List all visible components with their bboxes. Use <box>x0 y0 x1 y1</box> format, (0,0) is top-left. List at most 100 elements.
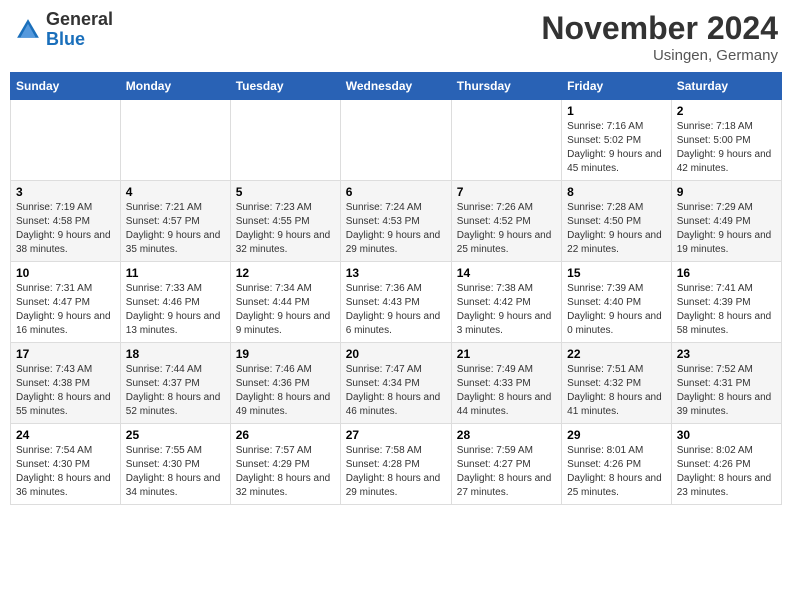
table-cell: 16 Sunrise: 7:41 AM Sunset: 4:39 PM Dayli… <box>671 262 781 343</box>
table-cell: 1Sunrise: 7:16 AM Sunset: 5:02 PM Daylig… <box>562 100 672 181</box>
day-number: 23 <box>677 347 776 361</box>
day-number: 20 <box>346 347 446 361</box>
day-number: 16 <box>677 266 776 280</box>
day-number: 17 <box>16 347 115 361</box>
day-number: 4 <box>126 185 225 199</box>
day-number: 19 <box>236 347 335 361</box>
day-number: 10 <box>16 266 115 280</box>
logo-icon <box>14 16 42 44</box>
day-number: 9 <box>677 185 776 199</box>
table-cell: 15 Sunrise: 7:39 AM Sunset: 4:40 PM Dayli… <box>562 262 672 343</box>
day-info: Sunrise: 7:36 AM Sunset: 4:43 PM Dayligh… <box>346 282 446 338</box>
table-cell: 6 Sunrise: 7:24 AM Sunset: 4:53 PM Daylig… <box>340 181 451 262</box>
day-info: Sunrise: 7:33 AM Sunset: 4:46 PM Dayligh… <box>126 282 225 338</box>
day-number: 14 <box>457 266 556 280</box>
calendar-week-4: 17 Sunrise: 7:43 AM Sunset: 4:38 PM Dayli… <box>11 343 782 424</box>
calendar-table: Sunday Monday Tuesday Wednesday Thursday… <box>10 72 782 505</box>
day-info: Sunrise: 7:31 AM Sunset: 4:47 PM Dayligh… <box>16 282 115 338</box>
calendar-week-2: 3Sunrise: 7:19 AM Sunset: 4:58 PM Daylig… <box>11 181 782 262</box>
table-cell: 26 Sunrise: 7:57 AM Sunset: 4:29 PM Dayli… <box>230 424 340 505</box>
day-number: 2 <box>677 104 776 118</box>
day-info: Sunrise: 7:47 AM Sunset: 4:34 PM Dayligh… <box>346 363 446 419</box>
table-cell: 22Sunrise: 7:51 AM Sunset: 4:32 PM Dayli… <box>562 343 672 424</box>
day-info: Sunrise: 7:23 AM Sunset: 4:55 PM Dayligh… <box>236 201 335 257</box>
day-info: Sunrise: 8:01 AM Sunset: 4:26 PM Dayligh… <box>567 444 666 500</box>
day-info: Sunrise: 7:57 AM Sunset: 4:29 PM Dayligh… <box>236 444 335 500</box>
table-cell: 3Sunrise: 7:19 AM Sunset: 4:58 PM Daylig… <box>11 181 121 262</box>
table-cell: 7Sunrise: 7:26 AM Sunset: 4:52 PM Daylig… <box>451 181 561 262</box>
day-info: Sunrise: 7:46 AM Sunset: 4:36 PM Dayligh… <box>236 363 335 419</box>
col-monday: Monday <box>120 73 230 100</box>
day-number: 28 <box>457 428 556 442</box>
table-cell: 27 Sunrise: 7:58 AM Sunset: 4:28 PM Dayli… <box>340 424 451 505</box>
day-number: 5 <box>236 185 335 199</box>
table-cell: 10 Sunrise: 7:31 AM Sunset: 4:47 PM Dayli… <box>11 262 121 343</box>
table-cell: 5 Sunrise: 7:23 AM Sunset: 4:55 PM Daylig… <box>230 181 340 262</box>
table-cell: 8 Sunrise: 7:28 AM Sunset: 4:50 PM Daylig… <box>562 181 672 262</box>
table-cell: 24Sunrise: 7:54 AM Sunset: 4:30 PM Dayli… <box>11 424 121 505</box>
day-info: Sunrise: 7:39 AM Sunset: 4:40 PM Dayligh… <box>567 282 666 338</box>
day-number: 6 <box>346 185 446 199</box>
table-cell <box>451 100 561 181</box>
location: Usingen, Germany <box>541 47 778 64</box>
day-info: Sunrise: 7:44 AM Sunset: 4:37 PM Dayligh… <box>126 363 225 419</box>
day-info: Sunrise: 7:55 AM Sunset: 4:30 PM Dayligh… <box>126 444 225 500</box>
col-wednesday: Wednesday <box>340 73 451 100</box>
day-number: 22 <box>567 347 666 361</box>
calendar-header-row: Sunday Monday Tuesday Wednesday Thursday… <box>11 73 782 100</box>
day-info: Sunrise: 8:02 AM Sunset: 4:26 PM Dayligh… <box>677 444 776 500</box>
day-number: 27 <box>346 428 446 442</box>
day-number: 11 <box>126 266 225 280</box>
col-tuesday: Tuesday <box>230 73 340 100</box>
table-cell <box>340 100 451 181</box>
day-number: 7 <box>457 185 556 199</box>
logo: GeneralBlue <box>14 10 113 50</box>
day-info: Sunrise: 7:58 AM Sunset: 4:28 PM Dayligh… <box>346 444 446 500</box>
day-number: 26 <box>236 428 335 442</box>
day-number: 8 <box>567 185 666 199</box>
table-cell <box>230 100 340 181</box>
table-cell <box>120 100 230 181</box>
table-cell: 28 Sunrise: 7:59 AM Sunset: 4:27 PM Dayli… <box>451 424 561 505</box>
col-friday: Friday <box>562 73 672 100</box>
day-number: 18 <box>126 347 225 361</box>
table-cell: 30 Sunrise: 8:02 AM Sunset: 4:26 PM Dayli… <box>671 424 781 505</box>
table-cell: 4Sunrise: 7:21 AM Sunset: 4:57 PM Daylig… <box>120 181 230 262</box>
table-cell: 11 Sunrise: 7:33 AM Sunset: 4:46 PM Dayli… <box>120 262 230 343</box>
day-info: Sunrise: 7:49 AM Sunset: 4:33 PM Dayligh… <box>457 363 556 419</box>
table-cell: 23 Sunrise: 7:52 AM Sunset: 4:31 PM Dayli… <box>671 343 781 424</box>
day-number: 29 <box>567 428 666 442</box>
day-info: Sunrise: 7:34 AM Sunset: 4:44 PM Dayligh… <box>236 282 335 338</box>
day-info: Sunrise: 7:52 AM Sunset: 4:31 PM Dayligh… <box>677 363 776 419</box>
calendar-week-1: 1Sunrise: 7:16 AM Sunset: 5:02 PM Daylig… <box>11 100 782 181</box>
day-info: Sunrise: 7:28 AM Sunset: 4:50 PM Dayligh… <box>567 201 666 257</box>
table-cell: 19 Sunrise: 7:46 AM Sunset: 4:36 PM Dayli… <box>230 343 340 424</box>
day-info: Sunrise: 7:16 AM Sunset: 5:02 PM Dayligh… <box>567 120 666 176</box>
day-info: Sunrise: 7:41 AM Sunset: 4:39 PM Dayligh… <box>677 282 776 338</box>
day-info: Sunrise: 7:59 AM Sunset: 4:27 PM Dayligh… <box>457 444 556 500</box>
table-cell: 13 Sunrise: 7:36 AM Sunset: 4:43 PM Dayli… <box>340 262 451 343</box>
col-saturday: Saturday <box>671 73 781 100</box>
table-cell: 18 Sunrise: 7:44 AM Sunset: 4:37 PM Dayli… <box>120 343 230 424</box>
day-info: Sunrise: 7:29 AM Sunset: 4:49 PM Dayligh… <box>677 201 776 257</box>
table-cell: 21Sunrise: 7:49 AM Sunset: 4:33 PM Dayli… <box>451 343 561 424</box>
col-sunday: Sunday <box>11 73 121 100</box>
table-cell: 17 Sunrise: 7:43 AM Sunset: 4:38 PM Dayli… <box>11 343 121 424</box>
logo-blue: Blue <box>46 29 85 49</box>
day-info: Sunrise: 7:54 AM Sunset: 4:30 PM Dayligh… <box>16 444 115 500</box>
table-cell: 25Sunrise: 7:55 AM Sunset: 4:30 PM Dayli… <box>120 424 230 505</box>
day-number: 13 <box>346 266 446 280</box>
table-cell: 14Sunrise: 7:38 AM Sunset: 4:42 PM Dayli… <box>451 262 561 343</box>
day-info: Sunrise: 7:24 AM Sunset: 4:53 PM Dayligh… <box>346 201 446 257</box>
table-cell: 20 Sunrise: 7:47 AM Sunset: 4:34 PM Dayli… <box>340 343 451 424</box>
table-cell: 29 Sunrise: 8:01 AM Sunset: 4:26 PM Dayli… <box>562 424 672 505</box>
day-info: Sunrise: 7:43 AM Sunset: 4:38 PM Dayligh… <box>16 363 115 419</box>
calendar-week-5: 24Sunrise: 7:54 AM Sunset: 4:30 PM Dayli… <box>11 424 782 505</box>
day-info: Sunrise: 7:18 AM Sunset: 5:00 PM Dayligh… <box>677 120 776 176</box>
day-number: 30 <box>677 428 776 442</box>
logo-text: GeneralBlue <box>46 10 113 50</box>
table-cell: 2 Sunrise: 7:18 AM Sunset: 5:00 PM Daylig… <box>671 100 781 181</box>
table-cell: 12Sunrise: 7:34 AM Sunset: 4:44 PM Dayli… <box>230 262 340 343</box>
day-number: 15 <box>567 266 666 280</box>
day-info: Sunrise: 7:19 AM Sunset: 4:58 PM Dayligh… <box>16 201 115 257</box>
